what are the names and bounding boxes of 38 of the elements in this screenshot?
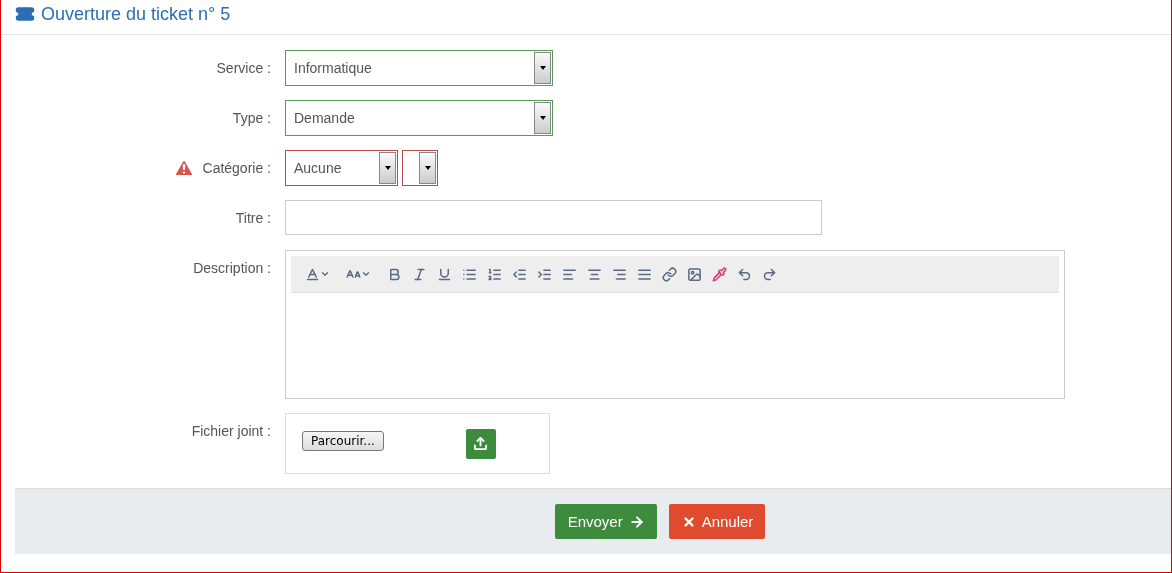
outdent-icon	[512, 266, 527, 282]
align-center-icon	[587, 266, 602, 282]
select-field[interactable]: Aucune	[285, 150, 398, 186]
chevron-down-icon	[361, 269, 371, 279]
title-input[interactable]	[285, 200, 822, 235]
font-color-icon	[305, 266, 320, 282]
browse-button[interactable]: Parcourir...	[302, 430, 384, 451]
upload-button[interactable]	[465, 428, 496, 459]
select-field[interactable]: Demande	[285, 100, 553, 136]
redo-icon	[762, 266, 777, 282]
field-label: Type :	[232, 110, 271, 126]
select-field[interactable]	[402, 150, 438, 186]
field-label: Titre :	[235, 210, 271, 226]
link-icon	[662, 266, 677, 282]
undo-icon	[737, 266, 752, 282]
eyedropper-icon	[712, 266, 727, 282]
indent-icon	[537, 266, 552, 282]
bold-icon	[387, 266, 402, 282]
bullet-list-icon	[462, 266, 477, 282]
justify-icon	[637, 266, 652, 282]
image-icon	[687, 266, 702, 282]
select-field[interactable]: Informatique	[285, 50, 553, 86]
upload-icon	[473, 436, 489, 451]
numbered-list-icon	[487, 266, 502, 282]
ticket-icon	[15, 4, 35, 24]
align-left-icon	[562, 266, 577, 282]
italic-icon	[412, 266, 427, 282]
field-label: Description :	[193, 260, 271, 276]
send-button[interactable]: Envoyer	[554, 504, 657, 539]
cancel-button[interactable]: Annuler	[668, 504, 766, 539]
underline-icon	[437, 266, 452, 282]
page-title: Ouverture du ticket n° 5	[41, 3, 231, 25]
field-label: Catégorie :	[202, 160, 271, 176]
chevron-down-icon	[320, 269, 330, 279]
align-right-icon	[612, 266, 627, 282]
field-label: Service :	[216, 60, 271, 76]
field-label: Fichier joint :	[191, 423, 271, 439]
close-icon	[681, 514, 696, 529]
